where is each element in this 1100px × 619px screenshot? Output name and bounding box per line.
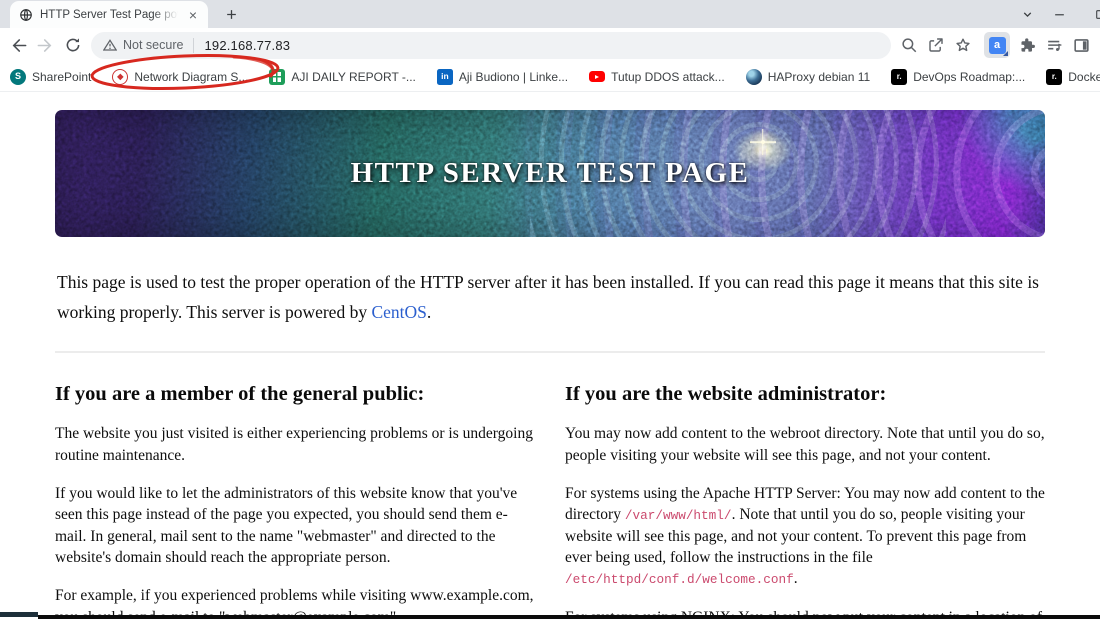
bookmark-item-youtube[interactable]: Tutup DDOS attack... <box>589 69 725 85</box>
spreadsheet-icon <box>269 68 286 85</box>
bookmark-item-haproxy[interactable]: HAProxy debian 11 <box>745 68 870 85</box>
paragraph: For systems using the Apache HTTP Server… <box>565 484 1045 588</box>
network-diagram-icon: ◆ <box>112 68 129 85</box>
back-button[interactable] <box>5 32 32 59</box>
youtube-icon <box>589 69 606 85</box>
bottom-edge-bar <box>38 615 1100 619</box>
security-label[interactable]: Not secure <box>123 38 183 52</box>
translate-icon[interactable]: a <box>984 32 1010 58</box>
side-panel-icon[interactable] <box>1068 32 1095 59</box>
url-text[interactable]: 192.168.77.83 <box>204 38 290 53</box>
paragraph: The website you just visited is either e… <box>55 425 533 464</box>
not-secure-warning-icon[interactable] <box>103 38 117 52</box>
roadmap-icon: r. <box>1046 68 1063 85</box>
address-bar[interactable]: Not secure 192.168.77.83 <box>91 31 891 59</box>
administrator-heading: If you are the website administrator: <box>565 383 887 406</box>
search-icon[interactable] <box>895 32 922 59</box>
linkedin-icon: in <box>436 68 453 85</box>
general-public-heading: If you are a member of the general publi… <box>55 383 425 406</box>
bookmarks-bar: S SharePoint ◆ Network Diagram S... AJI … <box>0 62 1100 92</box>
omnibox-divider <box>193 37 195 53</box>
bottom-edge-bar-left <box>0 612 38 617</box>
general-public-column: If you are a member of the general publi… <box>55 369 535 619</box>
roadmap-icon: r. <box>891 68 908 85</box>
window-maximize-button[interactable] <box>1089 3 1100 25</box>
media-controls-icon[interactable] <box>1041 32 1068 59</box>
banner-title: HTTP SERVER TEST PAGE <box>350 157 750 189</box>
intro-paragraph: This page is used to test the proper ope… <box>57 272 1039 323</box>
bookmark-item-docker-roadmap[interactable]: r. Docker Roadmap -... <box>1046 68 1100 85</box>
share-icon[interactable] <box>922 32 949 59</box>
bookmark-item-devops-roadmap[interactable]: r. DevOps Roadmap:... <box>891 68 1025 85</box>
paragraph: You may now add content to the webroot d… <box>565 425 1045 464</box>
paragraph: For example, if you experienced problems… <box>55 587 534 619</box>
administrator-column: If you are the website administrator: Yo… <box>565 369 1045 619</box>
bookmark-item-aji-daily-report[interactable]: AJI DAILY REPORT -... <box>269 68 416 85</box>
forward-button[interactable] <box>32 32 59 59</box>
sharepoint-icon: S <box>10 68 26 85</box>
bookmark-item-network-diagram[interactable]: ◆ Network Diagram S... <box>112 68 248 85</box>
bookmark-item-linkedin[interactable]: in Aji Budiono | Linke... <box>436 68 568 85</box>
tab-strip: HTTP Server Test Page powered × <box>0 0 1100 28</box>
browser-toolbar: Not secure 192.168.77.83 a <box>0 28 1100 90</box>
haproxy-icon <box>745 68 762 85</box>
tab-close-icon[interactable]: × <box>185 8 201 22</box>
bookmark-star-icon[interactable] <box>949 32 976 59</box>
tab-title: HTTP Server Test Page powered <box>40 8 178 21</box>
browser-tab[interactable]: HTTP Server Test Page powered × <box>10 1 208 28</box>
centos-link[interactable]: CentOS <box>371 302 426 322</box>
reload-button[interactable] <box>59 32 86 59</box>
banner-image: HTTP SERVER TEST PAGE <box>55 110 1045 237</box>
tab-search-chevron-icon[interactable] <box>1016 3 1038 25</box>
page-content: HTTP SERVER TEST PAGE This page is used … <box>0 92 1100 619</box>
globe-icon <box>19 8 33 22</box>
paragraph: If you would like to let the administrat… <box>55 484 518 567</box>
new-tab-button[interactable] <box>220 3 242 25</box>
window-minimize-button[interactable] <box>1048 3 1070 25</box>
bookmark-item-sharepoint[interactable]: S SharePoint <box>10 68 91 85</box>
divider-rule <box>55 351 1045 354</box>
extensions-puzzle-icon[interactable] <box>1014 32 1041 59</box>
